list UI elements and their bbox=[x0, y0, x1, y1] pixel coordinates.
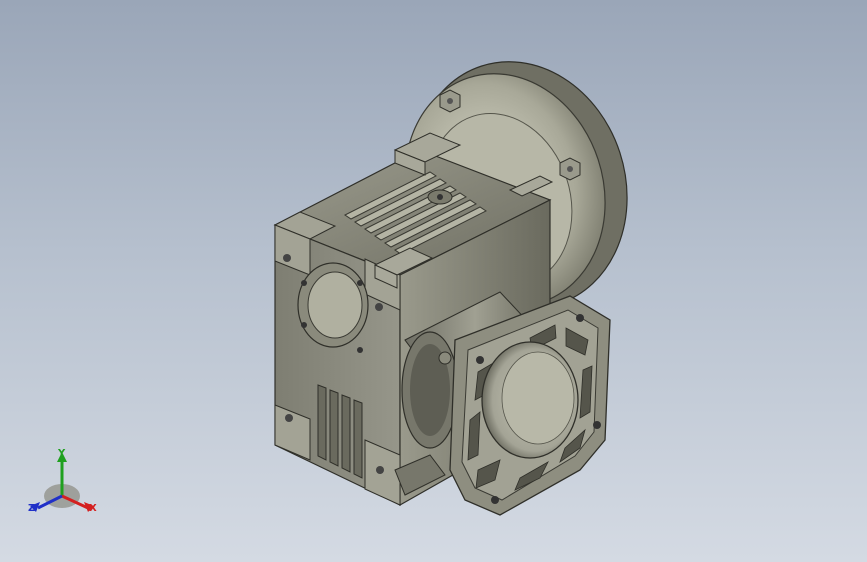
reference-triad: Y X Z bbox=[22, 446, 112, 526]
flange-bolt bbox=[439, 89, 461, 113]
graphics-viewport[interactable]: Y X Z bbox=[0, 0, 867, 562]
worm-gearbox-model[interactable] bbox=[0, 0, 867, 562]
x-axis-label: X bbox=[89, 503, 97, 514]
flange-bolt bbox=[559, 157, 581, 181]
y-axis-label: Y bbox=[58, 448, 66, 459]
z-axis-label: Z bbox=[28, 503, 36, 514]
